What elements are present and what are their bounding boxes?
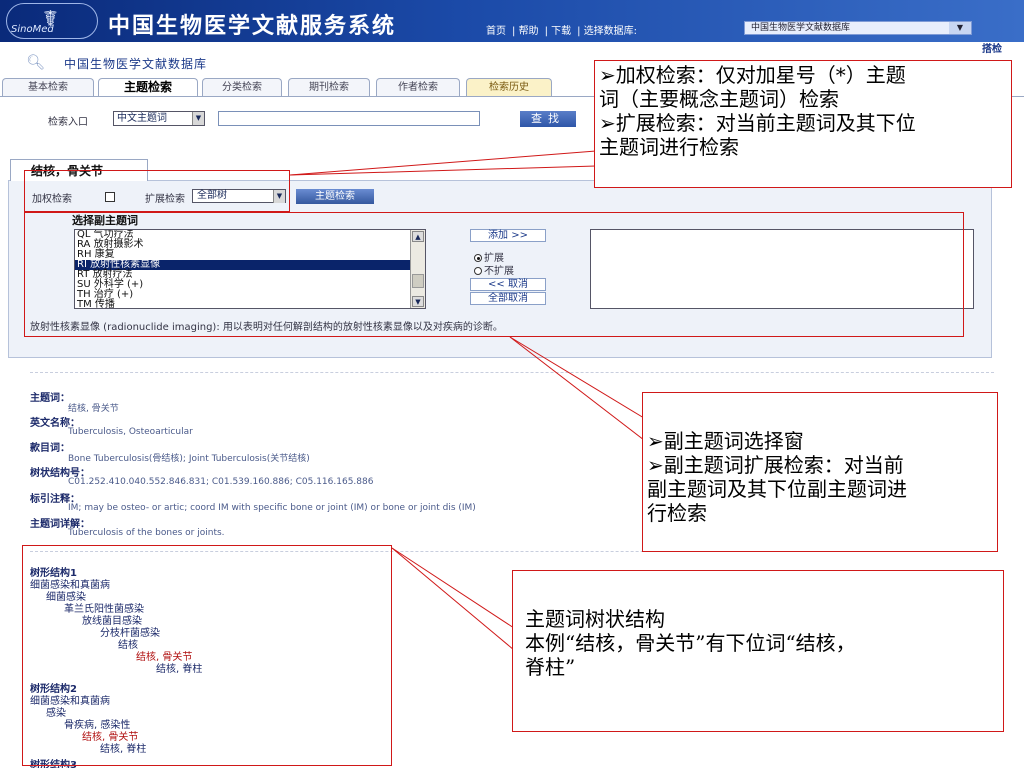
annotation-line: 主题词进行检索 [599, 135, 739, 159]
annotation-line: ➢扩展检索：对当前主题词及其下位 [599, 111, 916, 135]
callout-line [391, 547, 515, 651]
qualifier-annotation: ➢副主题词选择窗 ➢副主题词扩展检索：对当前 副主题词及其下位副主题词进 行检索 [642, 392, 998, 552]
annotation-line: ➢加权检索：仅对加星号（*）主题 [599, 63, 906, 87]
callout-line [289, 150, 597, 176]
callout-line [391, 547, 515, 629]
callout-line [509, 336, 645, 419]
tree-annotation: 主题词树状结构 本例“结核，骨关节”有下位词“结核， 脊柱” [512, 570, 1004, 732]
callout-line [509, 336, 645, 441]
annotation-line: 主题词树状结构 [525, 607, 665, 631]
annotation-line: 副主题词及其下位副主题词进 [647, 477, 907, 501]
annotation-line: 词（主要概念主题词）检索 [599, 87, 839, 111]
annotation-line: 行检索 [647, 501, 707, 525]
annotation-line: ➢副主题词扩展检索：对当前 [647, 453, 904, 477]
callout-line [289, 165, 597, 176]
annotation-line: 脊柱” [525, 655, 576, 679]
weighted-expand-annotation: ➢加权检索：仅对加星号（*）主题 词（主要概念主题词）检索 ➢扩展检索：对当前主… [594, 60, 1012, 188]
annotation-line: ➢副主题词选择窗 [647, 429, 804, 453]
annotation-line: 本例“结核，骨关节”有下位词“结核， [525, 631, 856, 655]
